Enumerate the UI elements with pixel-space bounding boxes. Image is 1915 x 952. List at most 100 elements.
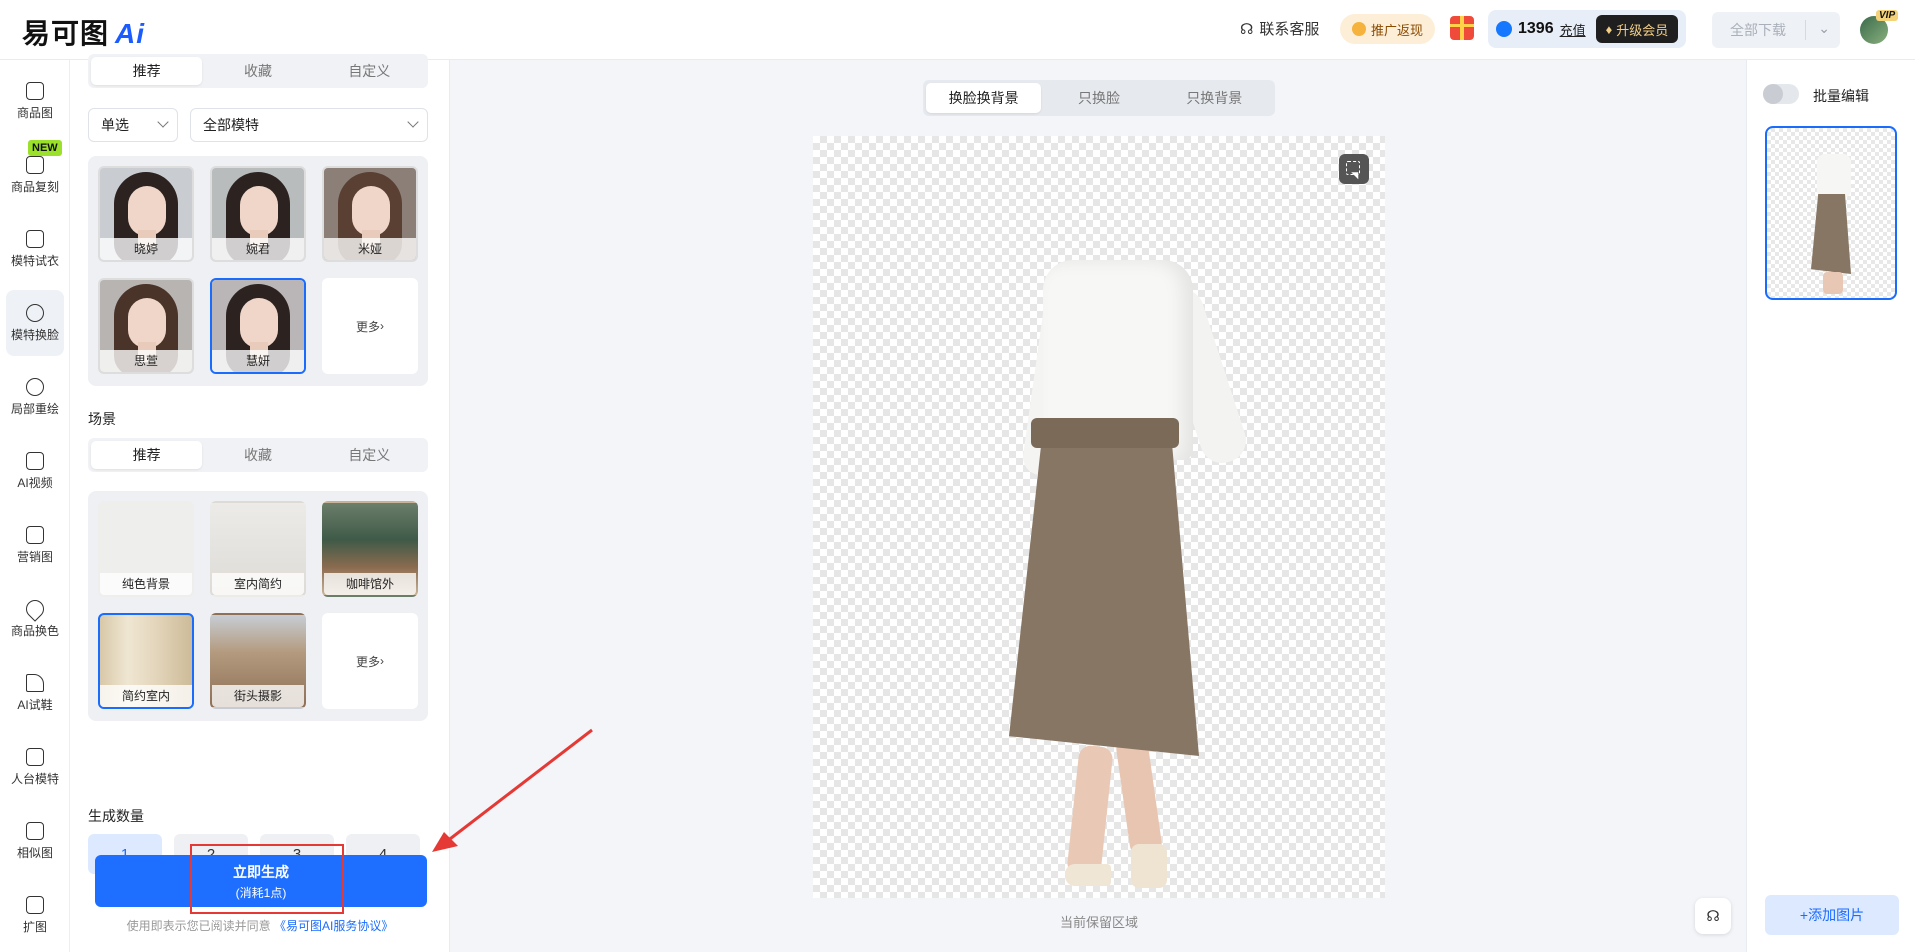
- top-header: 易可图 Ai ☊ 联系客服 推广返现 1396 充值 ♦ 升级会员 全部下载 ⌄ …: [0, 0, 1915, 60]
- nav-item-label: 相似图: [16, 845, 53, 860]
- model-filter-value: 全部模特: [203, 117, 259, 133]
- chevron-down-icon: [157, 116, 169, 128]
- logo-ai: Ai: [115, 18, 146, 49]
- scene-grid: 纯色背景 室内简约 咖啡馆外 简约室内 街头摄影 更多 ›: [88, 491, 428, 721]
- user-avatar[interactable]: VIP: [1860, 10, 1899, 44]
- tab-scene-recommend[interactable]: 推荐: [91, 441, 203, 469]
- model-card[interactable]: 米娅: [322, 166, 418, 262]
- diamond-icon: ♦: [1605, 21, 1613, 37]
- gift-icon[interactable]: [1450, 16, 1474, 40]
- nav-item-label: AI试鞋: [17, 697, 53, 712]
- contact-service-button[interactable]: ☊ 联系客服: [1240, 18, 1319, 39]
- scene-card[interactable]: 纯色背景: [98, 501, 194, 597]
- tab-model-recommend[interactable]: 推荐: [91, 57, 203, 85]
- more-models-button[interactable]: 更多 ›: [322, 278, 418, 374]
- scene-card[interactable]: 街头摄影: [210, 613, 306, 709]
- tab-faceswap-only[interactable]: 只换脸: [1041, 83, 1156, 113]
- nav-item-label: 扩图: [22, 919, 47, 934]
- product-replicate-icon: [26, 155, 44, 174]
- batch-edit-toggle[interactable]: [1763, 84, 1799, 104]
- nav-item-expand[interactable]: 扩图: [6, 882, 64, 948]
- tab-scene-custom[interactable]: 自定义: [314, 441, 425, 469]
- upgrade-member-button[interactable]: ♦ 升级会员: [1595, 15, 1679, 43]
- model-card[interactable]: 婉君: [210, 166, 306, 262]
- scene-name: 咖啡馆外: [324, 573, 416, 595]
- nav-item-label: 人台模特: [10, 771, 59, 786]
- model-card[interactable]: 思萱: [98, 278, 194, 374]
- scene-tabs: 推荐 收藏 自定义: [88, 438, 428, 472]
- select-mode-value: 单选: [101, 117, 129, 133]
- nav-item-ai-video[interactable]: AI视频: [6, 438, 64, 504]
- scene-card-selected[interactable]: 简约室内: [98, 613, 194, 709]
- settings-panel: 推荐 收藏 自定义 单选 全部模特 晓婷 婉君 米娅 思萱 慧妍 更多 › 场景…: [70, 54, 450, 952]
- more-label: 更多: [355, 654, 380, 669]
- nav-item-model-faceswap[interactable]: 模特换脸: [6, 290, 64, 356]
- model-filter-dropdown[interactable]: 全部模特: [190, 108, 428, 142]
- nav-item-ai-shoe[interactable]: AI试鞋: [6, 660, 64, 726]
- tab-model-favorites[interactable]: 收藏: [202, 57, 313, 85]
- video-icon: [26, 451, 44, 470]
- more-label: 更多: [355, 319, 380, 334]
- nav-item-label: 商品复刻: [10, 179, 59, 194]
- nav-item-label: 模特试衣: [10, 253, 59, 268]
- similar-image-icon: [26, 821, 44, 840]
- nav-item-recolor[interactable]: 商品换色: [6, 586, 64, 652]
- nav-item-marketing[interactable]: 营销图: [6, 512, 64, 578]
- selection-tool-icon[interactable]: [1339, 154, 1369, 184]
- points-count: 1396: [1518, 20, 1554, 37]
- promo-label: 推广返现: [1371, 22, 1424, 38]
- scene-card[interactable]: 咖啡馆外: [322, 501, 418, 597]
- divider: [1805, 20, 1806, 40]
- download-all-button[interactable]: 全部下载 ⌄: [1712, 12, 1840, 48]
- chevron-down-icon[interactable]: ⌄: [1818, 20, 1830, 37]
- model-name: 慧妍: [212, 350, 304, 372]
- nav-item-mannequin[interactable]: 人台模特: [6, 734, 64, 800]
- model-tabs: 推荐 收藏 自定义: [88, 54, 428, 88]
- mannequin-icon: [26, 747, 44, 766]
- image-thumbnail-selected[interactable]: [1765, 126, 1897, 300]
- left-nav: NEW 商品图 商品复刻 模特试衣 模特换脸 局部重绘 AI视频 营销图 商品换…: [0, 60, 70, 952]
- agreement-text: 使用即表示您已阅读并同意 《易可图AI服务协议》: [70, 917, 450, 934]
- add-image-button[interactable]: +添加图片: [1765, 895, 1899, 935]
- product-image-icon: [26, 81, 44, 100]
- support-headset-icon[interactable]: ☊: [1695, 898, 1731, 934]
- agreement-prefix: 使用即表示您已阅读并同意: [126, 919, 271, 933]
- model-name: 婉君: [212, 238, 304, 260]
- tshirt-icon: [26, 229, 44, 248]
- service-agreement-link[interactable]: 《易可图AI服务协议》: [274, 919, 393, 933]
- logo-text: 易可图: [22, 18, 110, 49]
- chevron-right-icon: ›: [380, 654, 384, 668]
- nav-item-similar[interactable]: 相似图: [6, 808, 64, 874]
- select-mode-dropdown[interactable]: 单选: [88, 108, 178, 142]
- new-badge: NEW: [28, 140, 62, 156]
- scene-name: 街头摄影: [212, 685, 304, 707]
- scene-name: 简约室内: [100, 685, 192, 707]
- model-card[interactable]: 晓婷: [98, 166, 194, 262]
- nav-item-product-image[interactable]: 商品图: [6, 68, 64, 134]
- model-card-selected[interactable]: 慧妍: [210, 278, 306, 374]
- tab-background-only[interactable]: 只换背景: [1157, 83, 1272, 113]
- app-logo[interactable]: 易可图 Ai: [22, 12, 145, 52]
- nav-item-model-tryon[interactable]: 模特试衣: [6, 216, 64, 282]
- annotation-arrow: [432, 728, 593, 852]
- expand-image-icon: [26, 895, 44, 914]
- nav-item-label: 营销图: [16, 549, 53, 564]
- recharge-link[interactable]: 充值: [1560, 20, 1586, 39]
- tab-faceswap-background[interactable]: 换脸换背景: [926, 83, 1042, 113]
- tab-model-custom[interactable]: 自定义: [314, 57, 425, 85]
- promo-cashback-button[interactable]: 推广返现: [1340, 14, 1436, 44]
- upgrade-label: 升级会员: [1616, 22, 1669, 38]
- more-scenes-button[interactable]: 更多 ›: [322, 613, 418, 709]
- nav-item-label: 商品换色: [10, 623, 59, 638]
- scene-card[interactable]: 室内简约: [210, 501, 306, 597]
- model-name: 思萱: [100, 350, 192, 372]
- vip-badge: VIP: [1876, 10, 1899, 21]
- tab-scene-favorites[interactable]: 收藏: [202, 441, 313, 469]
- image-canvas[interactable]: [813, 136, 1385, 898]
- smiley-face-icon: [26, 303, 44, 322]
- nav-item-label: 局部重绘: [10, 401, 59, 416]
- retained-area-caption: 当前保留区域: [1059, 915, 1138, 930]
- count-section-title: 生成数量: [88, 808, 144, 824]
- nav-item-local-repaint[interactable]: 局部重绘: [6, 364, 64, 430]
- scene-section-title: 场景: [88, 411, 116, 427]
